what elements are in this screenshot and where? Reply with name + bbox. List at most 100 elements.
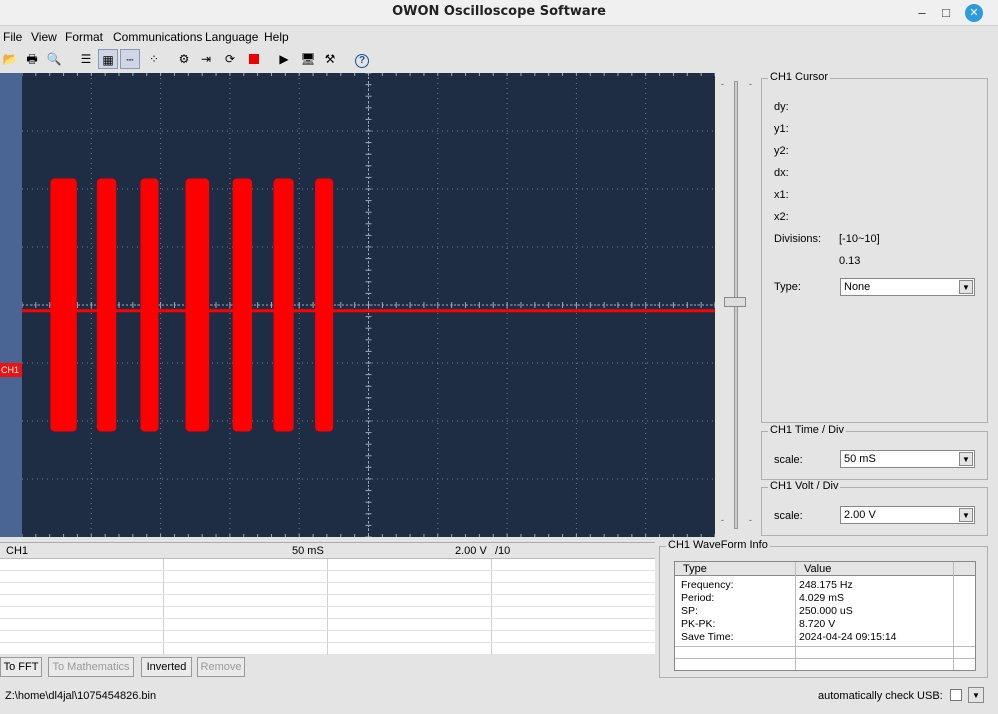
info-row-pkpk: PK-PK: 8.720 V — [675, 618, 975, 631]
time-scale-value: 50 mS — [844, 453, 876, 465]
time-div-title: CH1 Time / Div — [768, 424, 846, 436]
help-icon[interactable]: ? — [352, 49, 372, 69]
waveform-info-group: CH1 WaveForm Info Type Value Frequency: … — [659, 539, 988, 678]
waveform-info-table[interactable]: Type Value Frequency: 248.175 Hz Period:… — [674, 561, 976, 671]
channel-name: CH1 — [6, 545, 29, 557]
play-icon[interactable]: ▶ — [274, 49, 294, 69]
time-scale-label: scale: — [774, 454, 803, 466]
waveform-burst — [140, 178, 159, 432]
close-icon[interactable]: ✕ — [965, 4, 983, 22]
monitor-icon[interactable]: 🖥 — [298, 49, 318, 69]
y2-label: y2: — [774, 145, 789, 157]
chevron-down-icon[interactable]: ▼ — [959, 508, 973, 522]
channel-time: 50 mS — [292, 545, 324, 557]
to-mathematics-button[interactable]: To Mathematics — [48, 657, 134, 677]
menu-format[interactable]: Format — [65, 30, 103, 44]
channel-table[interactable]: CH1 50 mS 2.00 V /10 — [0, 542, 655, 655]
waveform-burst — [273, 178, 294, 432]
menu-help[interactable]: Help — [264, 30, 289, 44]
chevron-down-icon[interactable]: ▼ — [959, 452, 973, 466]
volt-div-title: CH1 Volt / Div — [768, 480, 841, 492]
inverted-button[interactable]: Inverted — [141, 657, 192, 677]
print-preview-icon[interactable]: 🔍 — [44, 49, 64, 69]
divisions-value: 0.13 — [839, 255, 861, 267]
file-path: Z:\home\dl4jal\1075454826.bin — [5, 690, 157, 702]
menu-language[interactable]: Language — [205, 30, 258, 44]
type-label: Type: — [774, 281, 801, 293]
settings-icon[interactable]: ⚙ — [174, 49, 194, 69]
cursor-type-value: None — [844, 281, 871, 293]
cursor-type-select[interactable]: None ▼ — [840, 278, 975, 296]
info-type: PK-PK: — [681, 618, 716, 630]
info-value: 248.175 Hz — [799, 579, 853, 591]
x1-label: x1: — [774, 189, 789, 201]
channel-table-header: CH1 50 mS 2.00 V /10 — [0, 543, 655, 559]
minimize-icon[interactable]: ‒ — [912, 3, 932, 23]
menu-view[interactable]: View — [31, 30, 57, 44]
type-column-header[interactable]: Type — [683, 563, 707, 575]
waveform-burst — [232, 178, 253, 432]
info-row-frequency: Frequency: 248.175 Hz — [675, 579, 975, 592]
waveform-plot — [21, 72, 716, 538]
divisions-range: [-10~10] — [839, 233, 880, 245]
chevron-down-icon[interactable]: ▼ — [968, 687, 984, 703]
stop-icon[interactable] — [244, 49, 264, 69]
time-div-group: CH1 Time / Div scale: 50 mS ▼ — [761, 424, 988, 480]
refresh-icon[interactable]: ⟳ — [220, 49, 240, 69]
toolbar: 📂 🖶 🔍 ☰ ▦ ┄ ⁘ ⚙ ⇥ ⟳ ▶ 🖥 ⚒ ? — [0, 47, 998, 71]
vertical-position-slider[interactable]: - - - - — [716, 73, 760, 537]
info-row-period: Period: 4.029 mS — [675, 592, 975, 605]
volt-scale-label: scale: — [774, 510, 803, 522]
window-title: OWON Oscilloscope Software — [392, 4, 606, 19]
cursor-title: CH1 Cursor — [768, 71, 831, 83]
slider-thumb[interactable] — [724, 297, 746, 307]
dy-label: dy: — [774, 101, 789, 113]
menu-bar: File View Format Communications Language… — [0, 27, 998, 47]
channel-strip: CH1 — [0, 73, 22, 537]
status-bar: Z:\home\dl4jal\1075454826.bin automatica… — [0, 686, 998, 714]
info-row-sp: SP: 250.000 uS — [675, 605, 975, 618]
scatter-icon[interactable]: ⁘ — [144, 49, 164, 69]
info-value: 8.720 V — [799, 618, 836, 630]
info-value: 4.029 mS — [799, 592, 844, 604]
to-fft-button[interactable]: To FFT — [0, 657, 42, 677]
list-view-icon[interactable]: ☰ — [76, 49, 96, 69]
volt-scale-value: 2.00 V — [844, 509, 876, 521]
divisions-label: Divisions: — [774, 233, 822, 245]
channel-probe: /10 — [495, 545, 511, 557]
info-type: SP: — [681, 605, 698, 617]
dots-line-icon[interactable]: ┄ — [120, 49, 140, 69]
x2-label: x2: — [774, 211, 789, 223]
info-type: Frequency: — [681, 579, 734, 591]
open-folder-icon[interactable]: 📂 — [0, 49, 20, 69]
waveform-info-header: Type Value — [675, 562, 975, 576]
time-scale-select[interactable]: 50 mS ▼ — [840, 450, 975, 468]
info-type: Save Time: — [681, 631, 734, 643]
ch1-marker[interactable]: CH1 — [0, 363, 22, 377]
cursor-group: CH1 Cursor dy: y1: y2: dx: x1: x2: Divis… — [761, 71, 988, 423]
info-row-save-time: Save Time: 2024-04-24 09:15:14 — [675, 631, 975, 644]
waveform-burst — [96, 178, 117, 432]
title-bar: OWON Oscilloscope Software ‒ □ ✕ — [0, 0, 998, 26]
waveform-burst — [185, 178, 210, 432]
grid-icon[interactable]: ▦ — [98, 49, 118, 69]
usb-check-checkbox[interactable] — [950, 689, 962, 701]
menu-communications[interactable]: Communications — [113, 30, 202, 44]
chevron-down-icon[interactable]: ▼ — [959, 280, 973, 294]
value-column-header[interactable]: Value — [804, 563, 831, 575]
print-icon[interactable]: 🖶 — [22, 49, 42, 69]
import-icon[interactable]: ⇥ — [196, 49, 216, 69]
dx-label: dx: — [774, 167, 789, 179]
menu-file[interactable]: File — [3, 30, 22, 44]
waveform-info-title: CH1 WaveForm Info — [666, 539, 770, 551]
remove-button[interactable]: Remove — [197, 657, 245, 677]
info-value: 250.000 uS — [799, 605, 853, 617]
waveform-burst — [50, 178, 77, 432]
device-icon[interactable]: ⚒ — [320, 49, 340, 69]
volt-scale-select[interactable]: 2.00 V ▼ — [840, 506, 975, 524]
y1-label: y1: — [774, 123, 789, 135]
scope-screen[interactable] — [21, 72, 716, 538]
info-value: 2024-04-24 09:15:14 — [799, 631, 897, 643]
usb-check-label: automatically check USB: — [818, 690, 943, 702]
maximize-icon[interactable]: □ — [936, 3, 956, 23]
